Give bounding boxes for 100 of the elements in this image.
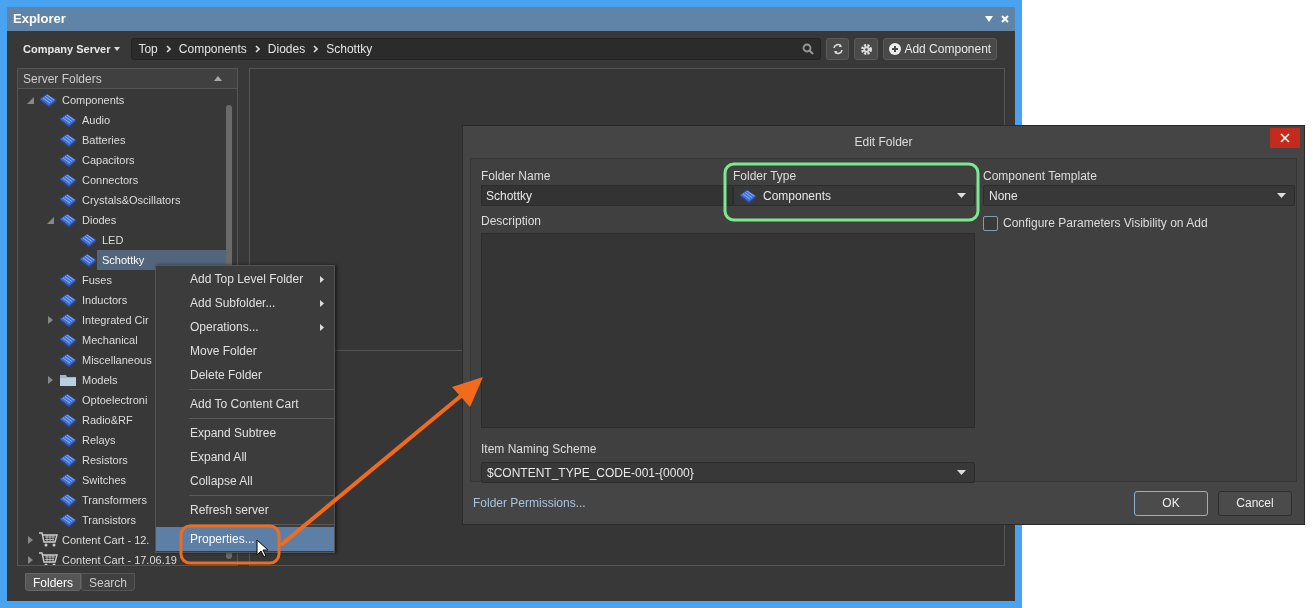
- refresh-icon: [831, 43, 844, 55]
- tree-item[interactable]: Batteries: [82, 131, 126, 149]
- tree-item[interactable]: Radio&RF: [82, 411, 133, 429]
- checkbox-option[interactable]: Configure Parameters Visibility on Add: [983, 214, 1295, 232]
- cart-icon: [38, 552, 58, 565]
- tree-item[interactable]: Audio: [82, 111, 111, 129]
- dialog-title: Edit Folder: [854, 134, 913, 151]
- tree-item[interactable]: Switches: [82, 471, 127, 489]
- caret-icon: [1277, 193, 1286, 198]
- component-icon: [59, 493, 77, 507]
- collapsed-arrow-icon[interactable]: [47, 376, 53, 384]
- component-icon: [739, 188, 757, 203]
- tree-item[interactable]: Resistors: [82, 451, 128, 469]
- expanded-arrow-icon[interactable]: [26, 96, 34, 104]
- tree-item[interactable]: Transformers: [82, 491, 147, 509]
- tree-item[interactable]: Connectors: [82, 171, 139, 189]
- tree-item[interactable]: Transistors: [82, 511, 136, 529]
- input-field[interactable]: Schottky: [481, 185, 733, 206]
- menu-item[interactable]: Add Top Level Folder: [156, 267, 334, 291]
- add-component-button[interactable]: Add Component: [883, 38, 998, 60]
- component-icon: [59, 453, 77, 467]
- menu-item[interactable]: Refresh server: [156, 498, 334, 522]
- breadcrumb-link[interactable]: Top: [138, 40, 158, 58]
- dialog-button[interactable]: OK: [1134, 490, 1208, 516]
- close-icon[interactable]: [1001, 15, 1009, 23]
- cart-icon: [38, 532, 58, 548]
- component-icon: [59, 133, 77, 147]
- tree-item[interactable]: Inductors: [82, 291, 128, 309]
- server-dropdown[interactable]: Company Server: [17, 40, 127, 58]
- caret-icon: [957, 470, 966, 475]
- tree-item[interactable]: Mechanical: [82, 331, 138, 349]
- dropdown[interactable]: $CONTENT_TYPE_CODE-001-{0000}: [481, 462, 975, 483]
- menu-item[interactable]: Add To Content Cart: [156, 392, 334, 416]
- menu-item[interactable]: Expand Subtree: [156, 421, 334, 445]
- menu-item[interactable]: Add Subfolder...: [156, 291, 334, 315]
- description-field[interactable]: [481, 233, 975, 428]
- settings-button[interactable]: [854, 38, 879, 60]
- tree-item[interactable]: Models: [82, 371, 118, 389]
- component-icon: [59, 513, 77, 527]
- menu-item[interactable]: Move Folder: [156, 339, 334, 363]
- collapsed-arrow-icon[interactable]: [27, 536, 33, 544]
- refresh-button[interactable]: [826, 38, 850, 60]
- breadcrumb-link[interactable]: Diodes: [267, 40, 306, 58]
- field-label: Folder Name: [481, 168, 552, 185]
- component-icon: [59, 353, 77, 367]
- permissions-link[interactable]: Folder Permissions...: [473, 494, 586, 512]
- tree-item[interactable]: Relays: [82, 431, 116, 449]
- field-label: Component Template: [983, 168, 1098, 185]
- tab[interactable]: Folders: [25, 573, 81, 591]
- tree-item[interactable]: Content Cart - 12.: [62, 531, 150, 549]
- component-icon: [59, 293, 77, 307]
- component-icon: [59, 333, 77, 347]
- tree-item[interactable]: Content Cart - 17.06.19: [62, 551, 177, 565]
- component-icon: [59, 413, 77, 427]
- component-icon: [59, 213, 77, 227]
- tree-item[interactable]: Miscellaneous: [82, 351, 152, 369]
- component-icon: [59, 273, 77, 287]
- chevron-icon: [165, 45, 171, 53]
- breadcrumb-link[interactable]: Schottky: [326, 40, 373, 58]
- search-icon[interactable]: [802, 43, 815, 55]
- field-label: Folder Type: [733, 168, 798, 185]
- dialog-button[interactable]: Cancel: [1218, 490, 1292, 516]
- tree-item[interactable]: Components: [62, 91, 125, 109]
- submenu-arrow-icon: [320, 299, 324, 307]
- collapsed-arrow-icon[interactable]: [47, 316, 53, 324]
- dropdown[interactable]: Components: [733, 185, 975, 206]
- component-icon: [39, 93, 57, 107]
- submenu-arrow-icon: [320, 323, 324, 331]
- dropdown-icon[interactable]: [985, 16, 993, 22]
- column-header[interactable]: Server Folders: [23, 69, 102, 88]
- tree-item[interactable]: Optoelectroni: [82, 391, 148, 409]
- menu-item[interactable]: Delete Folder: [156, 363, 334, 387]
- tree-item[interactable]: Integrated Cir: [82, 311, 149, 329]
- tree-item[interactable]: Capacitors: [82, 151, 135, 169]
- close-button[interactable]: [1270, 128, 1300, 148]
- component-icon: [59, 153, 77, 167]
- collapsed-arrow-icon[interactable]: [27, 556, 33, 564]
- submenu-arrow-icon: [320, 275, 324, 283]
- tree-item[interactable]: Diodes: [82, 211, 117, 229]
- breadcrumb-link[interactable]: Components: [178, 40, 247, 58]
- field-label: Description: [481, 213, 543, 230]
- dropdown[interactable]: None: [983, 185, 1295, 206]
- field-label: Item Naming Scheme: [481, 441, 598, 458]
- component-icon: [59, 173, 77, 187]
- menu-item[interactable]: Operations...: [156, 315, 334, 339]
- tree-item[interactable]: Crystals&Oscillators: [82, 191, 181, 209]
- settings-icon: [859, 42, 873, 56]
- component-icon: [59, 473, 77, 487]
- chevron-icon: [313, 45, 319, 53]
- checkbox[interactable]: [983, 215, 998, 231]
- tab[interactable]: Search: [81, 573, 136, 591]
- component-icon: [59, 113, 77, 127]
- cursor-icon: [256, 539, 269, 558]
- tree-item[interactable]: LED: [102, 231, 124, 249]
- plus-icon: [889, 43, 902, 55]
- sort-icon[interactable]: [213, 76, 222, 81]
- expanded-arrow-icon[interactable]: [46, 216, 54, 224]
- tree-item[interactable]: Fuses: [82, 271, 112, 289]
- menu-item[interactable]: Collapse All: [156, 469, 334, 493]
- menu-item[interactable]: Expand All: [156, 445, 334, 469]
